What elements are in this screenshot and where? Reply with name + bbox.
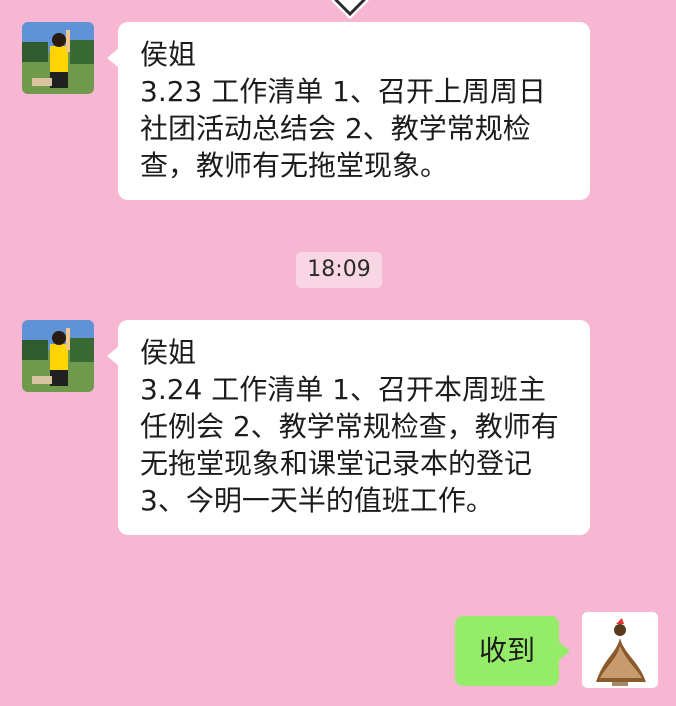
avatar-photo-icon (22, 320, 94, 392)
message-text: 3.24 工作清单 1、召开本周班主任例会 2、教学常规检查，教师有无拖堂现象和… (140, 373, 559, 517)
message-bubble[interactable]: 收到 (455, 616, 570, 686)
chevron-down-icon[interactable] (330, 0, 370, 20)
user-avatar[interactable] (582, 612, 658, 688)
message-bubble[interactable]: 侯姐 3.24 工作清单 1、召开本周班主任例会 2、教学常规检查，教师有无拖堂… (107, 320, 590, 535)
message-text: 3.23 工作清单 1、召开上周周日社团活动总结会 2、教学常规检查，教师有无拖… (140, 75, 546, 182)
timestamp: 18:09 (296, 252, 382, 288)
avatar-photo-icon (582, 612, 658, 688)
avatar-photo-icon (22, 22, 94, 94)
chat-window: 侯姐 3.23 工作清单 1、召开上周周日社团活动总结会 2、教学常规检查，教师… (0, 0, 676, 706)
sender-avatar[interactable] (22, 320, 94, 392)
sender-avatar[interactable] (22, 22, 94, 94)
sender-name: 侯姐 (140, 38, 197, 71)
message-bubble[interactable]: 侯姐 3.23 工作清单 1、召开上周周日社团活动总结会 2、教学常规检查，教师… (107, 22, 590, 200)
sender-name: 侯姐 (140, 336, 197, 369)
